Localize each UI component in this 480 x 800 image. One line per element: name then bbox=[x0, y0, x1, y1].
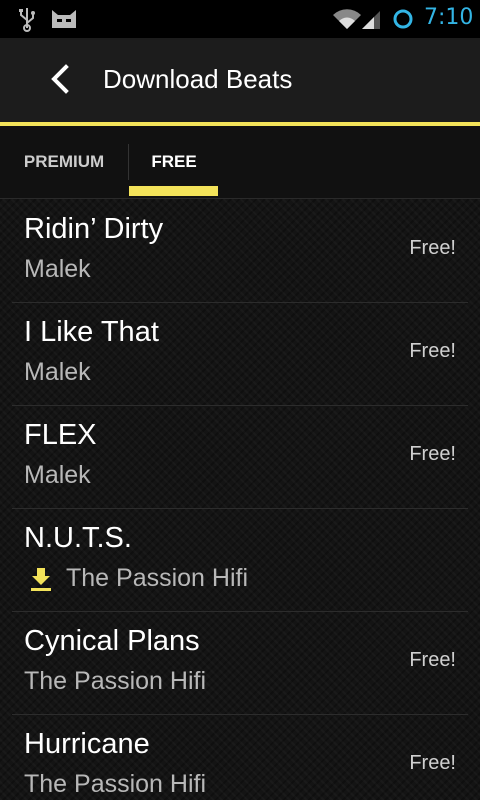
back-arrow-icon[interactable] bbox=[48, 64, 72, 94]
beat-artist: Malek bbox=[24, 255, 91, 283]
beat-title: FLEX bbox=[24, 419, 97, 451]
beat-artist: Malek bbox=[24, 461, 91, 489]
tab-bar: PREMIUM FREE bbox=[0, 126, 480, 199]
downloaded-icon bbox=[31, 568, 51, 591]
tab-selected-indicator bbox=[129, 186, 218, 196]
list-item[interactable]: I Like That Malek Free! bbox=[12, 302, 468, 406]
list-item[interactable]: Hurricane The Passion Hifi Free! bbox=[12, 714, 468, 800]
beat-title: Cynical Plans bbox=[24, 625, 200, 657]
beat-price: Free! bbox=[409, 340, 456, 362]
cat-icon bbox=[52, 10, 76, 28]
list-item[interactable]: FLEX Malek Free! bbox=[12, 405, 468, 509]
page-title: Download Beats bbox=[103, 64, 293, 94]
beat-price: Free! bbox=[409, 237, 456, 259]
wifi-icon bbox=[333, 9, 361, 30]
beat-artist: The Passion Hifi bbox=[24, 667, 207, 695]
beat-title: Ridin’ Dirty bbox=[24, 213, 164, 245]
list-item[interactable]: Cynical Plans The Passion Hifi Free! bbox=[12, 611, 468, 715]
status-bar: 7:10 bbox=[0, 0, 480, 38]
clock: 7:10 bbox=[424, 5, 474, 30]
beat-price: Free! bbox=[409, 752, 456, 774]
beats-list[interactable]: Ridin’ Dirty Malek Free! I Like That Mal… bbox=[0, 199, 480, 800]
beat-title: Hurricane bbox=[24, 728, 150, 760]
list-item[interactable]: N.U.T.S. The Passion Hifi bbox=[12, 508, 468, 612]
battery-icon bbox=[393, 9, 413, 29]
signal-icon bbox=[362, 11, 380, 29]
tab-premium[interactable]: PREMIUM bbox=[0, 126, 128, 198]
beat-artist: The Passion Hifi bbox=[66, 564, 249, 592]
action-bar: Download Beats bbox=[0, 38, 480, 126]
tab-free-label: FREE bbox=[151, 152, 197, 171]
beat-artist: Malek bbox=[24, 358, 91, 386]
list-item[interactable]: Ridin’ Dirty Malek Free! bbox=[12, 199, 468, 303]
beat-price: Free! bbox=[409, 649, 456, 671]
beat-price: Free! bbox=[409, 443, 456, 465]
beat-title: I Like That bbox=[24, 316, 159, 348]
usb-icon bbox=[19, 8, 35, 32]
tab-premium-label: PREMIUM bbox=[23, 152, 105, 171]
beat-title: N.U.T.S. bbox=[24, 522, 132, 554]
beat-artist: The Passion Hifi bbox=[24, 770, 207, 798]
